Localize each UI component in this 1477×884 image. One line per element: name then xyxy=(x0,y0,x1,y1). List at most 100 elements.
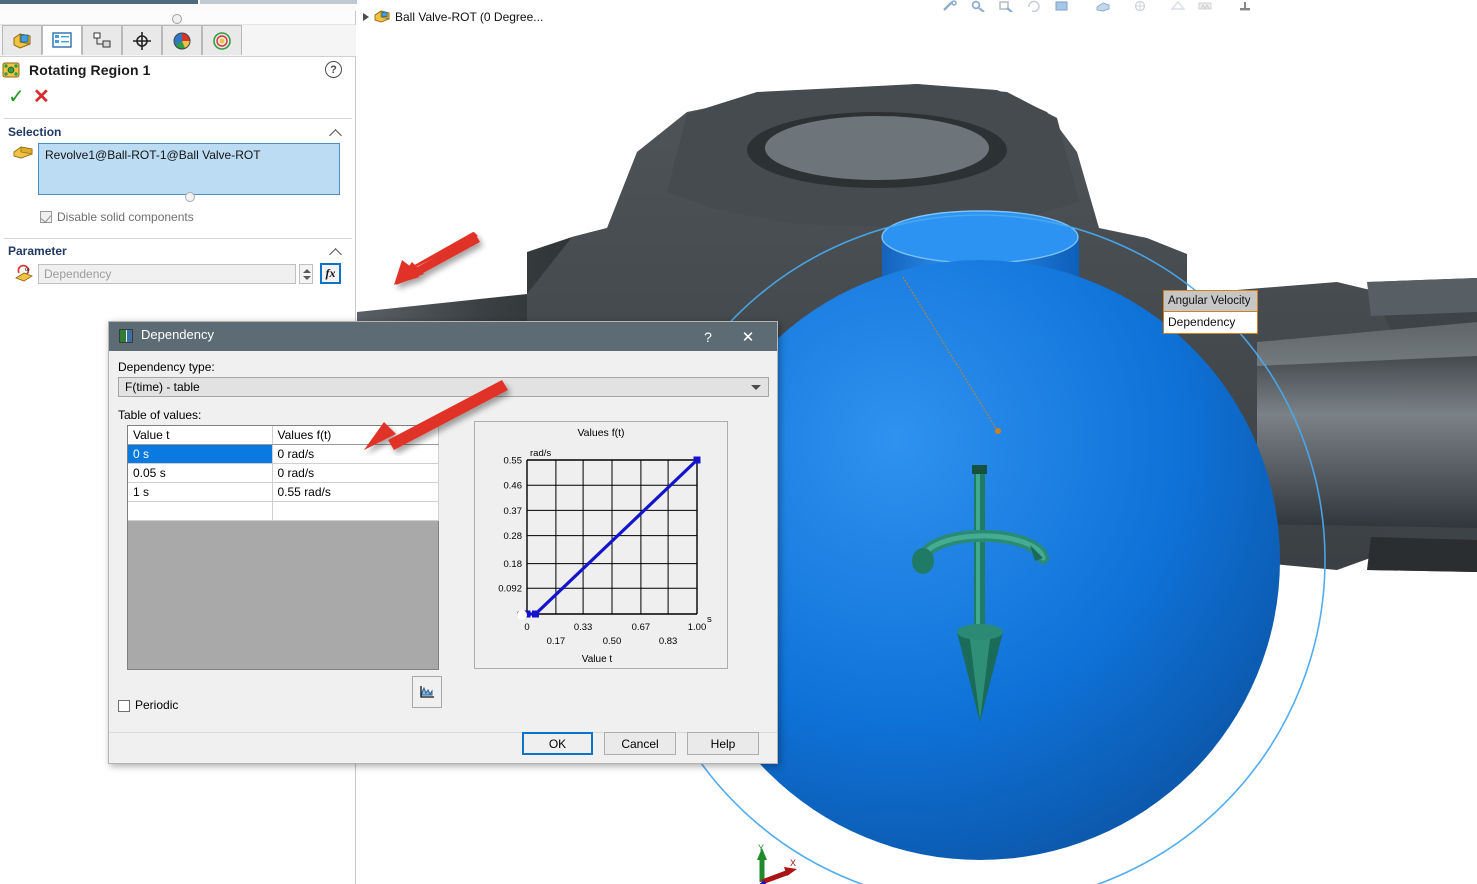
tree-root-item[interactable]: Ball Valve-ROT (0 Degree... xyxy=(363,9,543,24)
panel-title-row: Rotating Region 1 xyxy=(0,57,356,83)
help-icon[interactable]: ? xyxy=(325,61,342,78)
column-header-values-ft: Values f(t) xyxy=(272,426,439,445)
chart-y-tick-label: 0.37 xyxy=(504,506,523,517)
display-style-icon[interactable] xyxy=(1132,0,1148,12)
hide-show-items-icon[interactable] xyxy=(1170,0,1186,12)
svg-text:ω: ω xyxy=(25,265,30,273)
chart-x-tick-label: 0.33 xyxy=(574,622,593,633)
selection-group-header: Selection xyxy=(8,125,62,139)
divider xyxy=(4,118,352,119)
cell-value-ft[interactable] xyxy=(272,501,439,521)
parameter-group-header: Parameter xyxy=(8,244,67,258)
table-row[interactable]: 0 s 0 rad/s xyxy=(128,444,439,464)
flow-simulation-tab[interactable] xyxy=(202,25,242,55)
chart-canvas: Values f(t) rad/s s Value t 0 0.092 0.18 0.… xyxy=(498,427,712,665)
cell-value-ft[interactable]: 0.55 rad/s xyxy=(272,482,439,502)
flow-sim-icon xyxy=(213,31,231,50)
dialog-titlebar[interactable]: Dependency ? ✕ xyxy=(109,322,777,351)
angular-velocity-icon: ω xyxy=(15,264,33,282)
selection-collapse-chevron-icon[interactable] xyxy=(331,127,343,139)
table-row[interactable] xyxy=(128,501,439,521)
manager-tabs xyxy=(0,25,356,57)
document-tab-strip[interactable] xyxy=(0,0,1069,11)
display-manager-tab[interactable] xyxy=(162,25,202,55)
color-sphere-icon xyxy=(173,32,191,49)
apply-scene-icon[interactable] xyxy=(1237,0,1253,12)
property-manager-tab[interactable] xyxy=(42,25,82,55)
chevron-down-icon[interactable] xyxy=(751,385,761,390)
face-selection-icon xyxy=(13,146,33,159)
triad-x-label: X xyxy=(790,858,796,868)
angular-velocity-callout[interactable]: Angular Velocity Dependency xyxy=(1163,290,1258,334)
previous-view-icon[interactable] xyxy=(1026,0,1042,12)
parameter-spinner[interactable] xyxy=(299,264,313,284)
zoom-to-area-icon[interactable] xyxy=(998,0,1014,12)
divider xyxy=(109,732,777,733)
cell-value-t[interactable]: 0.05 s xyxy=(128,463,273,483)
zoom-in-out-icon[interactable] xyxy=(970,0,986,12)
parameter-collapse-chevron-icon[interactable] xyxy=(331,246,343,258)
chart-y-tick-label: 0.55 xyxy=(504,456,523,467)
periodic-label: Periodic xyxy=(135,698,179,712)
dependency-dialog[interactable]: Dependency ? ✕ Dependency type: F(time) … xyxy=(108,321,778,764)
chart-x-axis-label: Value t xyxy=(582,654,613,665)
dialog-title: Dependency xyxy=(141,327,214,342)
chart-x-tick-label: 0 xyxy=(524,622,529,633)
chart-selected-point-marker xyxy=(517,610,527,620)
cell-value-ft[interactable]: 0 rad/s xyxy=(272,444,439,464)
show-graph-icon xyxy=(419,686,434,698)
chart-x-tick-label: 0.50 xyxy=(603,636,622,647)
table-row[interactable]: 0.05 s 0 rad/s xyxy=(128,463,439,483)
chart-x-tick-labels: 0 0.17 0.33 0.50 0.67 0.83 1.00 xyxy=(524,622,706,647)
chart-title: Values f(t) xyxy=(577,427,624,439)
divider xyxy=(4,238,352,239)
tree-root-label: Ball Valve-ROT (0 Degree... xyxy=(395,9,544,24)
features-tab[interactable] xyxy=(2,25,42,55)
parameter-value-input[interactable]: Dependency xyxy=(38,264,296,284)
cell-value-t[interactable]: 0 s xyxy=(128,444,273,464)
chart-x-unit: s xyxy=(707,614,712,625)
dialog-help-button[interactable]: ? xyxy=(697,326,719,348)
values-table[interactable]: Value t Values f(t) 0 s 0 rad/s 0.05 s 0… xyxy=(127,425,439,670)
view-orientation-icon[interactable] xyxy=(1095,0,1111,12)
appearances-icon[interactable] xyxy=(1197,0,1213,12)
table-header-row: Value t Values f(t) xyxy=(128,426,439,445)
chart-y-unit: rad/s xyxy=(530,448,551,459)
expand-triangle-icon[interactable] xyxy=(363,12,369,21)
panel-pin-bar[interactable] xyxy=(0,11,355,25)
chart-y-tick-label: 0.28 xyxy=(504,531,523,542)
selection-list[interactable]: Revolve1@Ball-ROT-1@Ball Valve-ROT xyxy=(38,143,340,195)
ok-button[interactable]: OK xyxy=(522,732,593,755)
selection-resize-dot[interactable] xyxy=(185,192,195,202)
dependency-type-select[interactable]: F(time) - table xyxy=(118,377,769,397)
help-button[interactable]: Help xyxy=(687,732,759,755)
chart-x-tick-label: 0.17 xyxy=(547,636,566,647)
cancel-button[interactable]: Cancel xyxy=(604,732,676,755)
show-graph-button[interactable] xyxy=(412,676,442,708)
panel-action-row: ✓ ✕ xyxy=(0,86,356,112)
cell-value-ft[interactable]: 0 rad/s xyxy=(272,463,439,483)
accept-button[interactable]: ✓ xyxy=(8,86,28,108)
chart-x-tick-label: 0.67 xyxy=(632,622,651,633)
dependency-fx-button[interactable]: fx xyxy=(320,263,341,284)
table-row[interactable]: 1 s 0.55 rad/s xyxy=(128,482,439,502)
chart-y-tick-labels: 00.0920.180.280.370.460.55 xyxy=(498,456,522,621)
dependency-window-icon xyxy=(119,329,133,343)
periodic-checkbox[interactable] xyxy=(118,700,130,712)
disable-solid-components-label: Disable solid components xyxy=(57,210,194,224)
chart-data-point xyxy=(532,610,539,618)
section-view-icon[interactable] xyxy=(1054,0,1070,12)
zoom-to-fit-icon[interactable] xyxy=(942,0,958,12)
cell-value-t[interactable] xyxy=(128,501,273,521)
chart-y-tick-label: 0.46 xyxy=(504,481,523,492)
panel-pin-dot[interactable] xyxy=(172,14,182,24)
dependency-type-value: F(time) - table xyxy=(125,380,200,394)
dimxpert-tab[interactable] xyxy=(122,25,162,55)
configuration-manager-tab[interactable] xyxy=(82,25,122,55)
cancel-button[interactable]: ✕ xyxy=(33,86,53,108)
dialog-close-button[interactable]: ✕ xyxy=(737,326,759,348)
column-header-value-t: Value t xyxy=(128,426,273,445)
chart-data-point xyxy=(693,456,701,464)
cell-value-t[interactable]: 1 s xyxy=(128,482,273,502)
disable-solid-components-checkbox[interactable] xyxy=(40,211,52,223)
